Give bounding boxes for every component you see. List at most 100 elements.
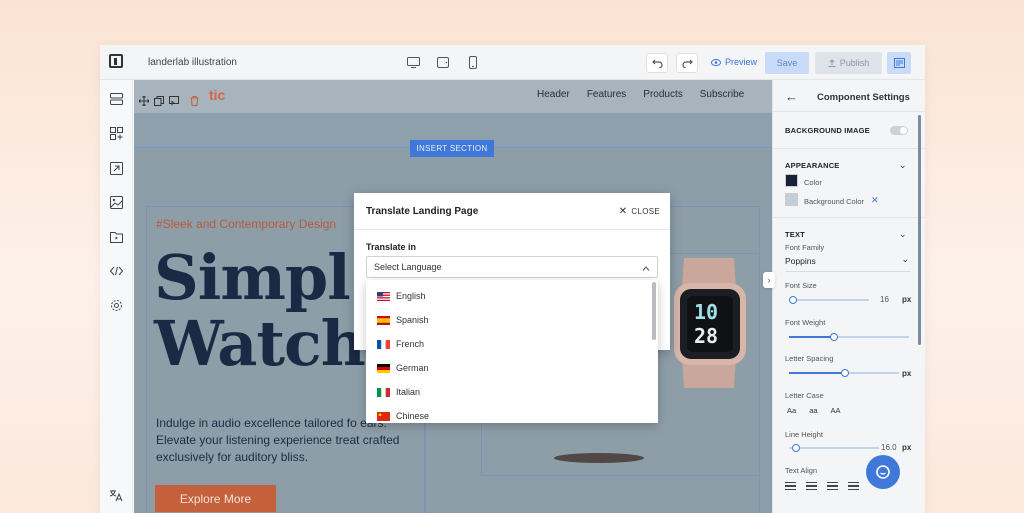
font-size-label: Font Size [785, 281, 817, 290]
support-chat-button[interactable] [866, 455, 900, 489]
text-align-label: Text Align [785, 466, 818, 475]
font-weight-label: Font Weight [785, 318, 826, 327]
case-option-lower[interactable]: aa [809, 406, 817, 415]
nav-item-subscribe[interactable]: Subscribe [700, 89, 744, 100]
letter-spacing-unit[interactable]: px [902, 369, 911, 378]
nav-item-features[interactable]: Features [587, 89, 626, 100]
left-toolbar [100, 80, 133, 513]
slider-handle[interactable] [792, 444, 800, 452]
align-justify-icon[interactable] [848, 482, 859, 490]
background-image-toggle[interactable] [890, 126, 908, 135]
close-button[interactable]: ✕ CLOSE [619, 206, 660, 217]
font-size-unit[interactable]: px [902, 295, 911, 304]
slider-handle[interactable] [841, 369, 849, 377]
language-option-french[interactable]: French [377, 336, 424, 352]
collapse-panel-chevron-icon[interactable]: › [763, 272, 775, 288]
settings-scrollbar[interactable] [918, 115, 921, 345]
background-color-swatch[interactable] [785, 193, 798, 206]
spain-flag-icon [377, 315, 390, 325]
slider-fill [789, 372, 844, 374]
language-option-spanish[interactable]: Spanish [377, 312, 429, 328]
publish-button[interactable]: Publish [815, 52, 882, 74]
clear-color-icon[interactable]: ✕ [871, 195, 879, 206]
insert-section-button[interactable]: INSERT SECTION [410, 140, 494, 157]
select-parent-icon[interactable] [169, 93, 179, 111]
divider [773, 217, 925, 218]
explore-more-button[interactable]: Explore More [155, 485, 276, 512]
undo-button[interactable] [646, 53, 668, 73]
align-center-icon[interactable] [806, 482, 817, 490]
letter-case-options: Aa aa AA [787, 406, 841, 415]
case-option-capitalize[interactable]: Aa [787, 406, 796, 415]
font-size-slider[interactable] [789, 296, 869, 304]
france-flag-icon [377, 339, 390, 349]
letter-spacing-slider[interactable] [789, 369, 899, 377]
font-family-select[interactable]: Poppins ⌄ [785, 254, 911, 272]
nav-item-products[interactable]: Products [643, 89, 682, 100]
site-nav: Header Features Products Subscribe [537, 89, 744, 100]
settings-header: ← Component Settings [773, 80, 925, 112]
language-select[interactable]: Select Language [366, 256, 658, 278]
slider-handle[interactable] [830, 333, 838, 341]
align-left-icon[interactable] [785, 482, 796, 490]
code-icon[interactable] [109, 264, 123, 278]
move-icon[interactable] [138, 93, 150, 111]
element-toolbar [138, 93, 199, 111]
language-option-chinese[interactable]: Chinese [377, 408, 429, 423]
duplicate-icon[interactable] [154, 93, 164, 111]
modal-header: Translate Landing Page ✕ CLOSE [354, 193, 670, 230]
smartwatch-image[interactable]: 10 28 [674, 258, 772, 388]
dropdown-scrollbar[interactable] [652, 282, 656, 340]
nav-item-header[interactable]: Header [537, 89, 570, 100]
text-chevron-icon[interactable]: ⌄ [899, 229, 907, 240]
save-button[interactable]: Save [765, 52, 809, 74]
settings-panel-toggle[interactable] [887, 52, 911, 74]
font-size-value[interactable]: 16 [880, 295, 889, 304]
sections-icon[interactable] [109, 92, 123, 106]
language-option-english[interactable]: English [377, 288, 426, 304]
redo-button[interactable] [676, 53, 698, 73]
text-section-label: TEXT [785, 230, 805, 239]
line-height-value[interactable]: 16.0 [881, 443, 897, 452]
language-option-italian[interactable]: Italian [377, 384, 420, 400]
language-dropdown: English Spanish French German Italian Ch… [366, 280, 658, 423]
gear-icon[interactable] [109, 298, 123, 312]
publish-label: Publish [839, 58, 870, 68]
align-right-icon[interactable] [827, 482, 838, 490]
preview-button[interactable]: Preview [711, 57, 757, 67]
hero-title[interactable]: Simpl Watch [154, 241, 366, 377]
hero-tagline[interactable]: #Sleek and Contemporary Design [156, 217, 336, 231]
tablet-icon[interactable] [435, 54, 451, 70]
folder-icon[interactable] [109, 230, 123, 244]
text-align-options [785, 482, 859, 490]
color-swatch[interactable] [785, 174, 798, 187]
case-option-upper[interactable]: AA [831, 406, 841, 415]
close-label: CLOSE [631, 207, 660, 216]
hero-title-line1: Simpl [154, 241, 351, 314]
line-height-slider[interactable] [789, 444, 879, 452]
font-weight-slider[interactable] [789, 333, 909, 341]
landerlab-logo-icon[interactable] [109, 54, 123, 68]
preview-label: Preview [725, 57, 758, 67]
desktop-icon[interactable] [405, 54, 421, 70]
translate-icon[interactable] [109, 488, 123, 502]
site-logo[interactable]: tic [209, 87, 225, 103]
chevron-down-icon: ⌄ [901, 254, 909, 264]
upload-icon [828, 59, 836, 67]
language-label: Chinese [396, 411, 430, 421]
appearance-chevron-icon[interactable]: ⌄ [899, 160, 907, 171]
undo-icon [651, 59, 663, 68]
components-icon[interactable] [109, 126, 123, 140]
watch-hour: 10 [694, 300, 719, 324]
site-header[interactable]: tic Header Features Products Subscribe [134, 80, 772, 113]
trash-icon[interactable] [190, 93, 199, 111]
mobile-icon[interactable] [465, 54, 481, 70]
settings-title: Component Settings [817, 92, 910, 103]
slider-handle[interactable] [789, 296, 797, 304]
export-icon[interactable] [109, 161, 123, 175]
image-icon[interactable] [109, 195, 123, 209]
language-option-german[interactable]: German [377, 360, 429, 376]
divider [773, 148, 925, 149]
line-height-unit[interactable]: px [902, 443, 911, 452]
back-arrow-icon[interactable]: ← [785, 89, 798, 104]
